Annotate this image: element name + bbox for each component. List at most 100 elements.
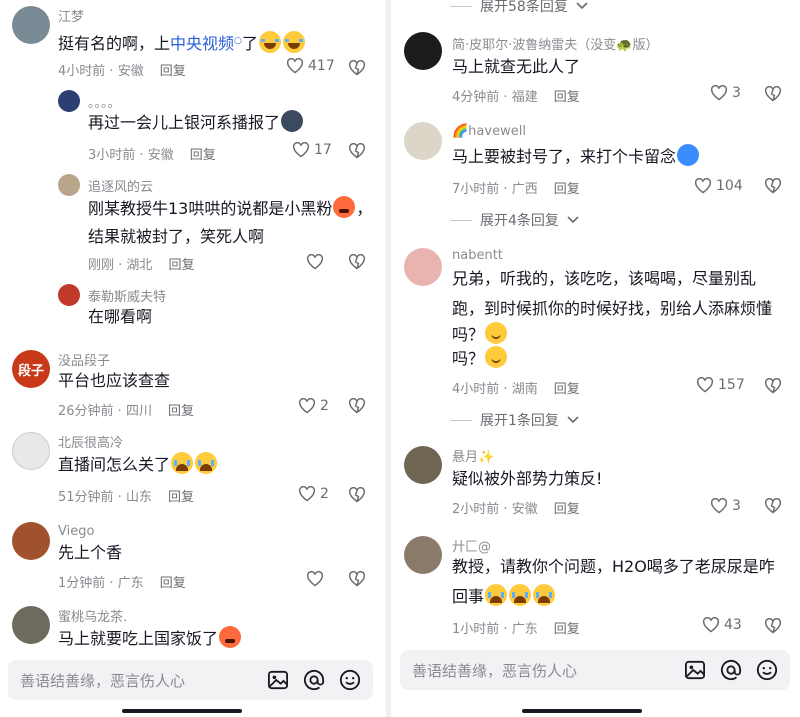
like-button[interactable]: 3 bbox=[710, 85, 741, 101]
comment-username[interactable]: 🌈havewell bbox=[452, 124, 526, 139]
dislike-heart-icon[interactable] bbox=[348, 398, 366, 414]
search-link[interactable]: 中央视频 bbox=[170, 34, 234, 53]
heart-icon[interactable] bbox=[306, 254, 324, 270]
emoji-icon[interactable] bbox=[756, 659, 778, 681]
reply-button[interactable]: 回复 bbox=[168, 258, 194, 273]
reply-button[interactable]: 回复 bbox=[160, 576, 186, 591]
avatar[interactable] bbox=[404, 446, 442, 484]
heart-icon bbox=[292, 142, 310, 158]
comment-text: 疑似被外部势力策反! bbox=[452, 469, 603, 488]
laugh-cry-emoji-icon bbox=[258, 31, 281, 53]
reply-button[interactable]: 回复 bbox=[554, 382, 580, 397]
avatar[interactable] bbox=[12, 6, 50, 44]
comment-username[interactable]: 江梦 bbox=[58, 6, 84, 25]
dislike-heart-icon[interactable] bbox=[348, 60, 366, 76]
cat-sticker-icon bbox=[281, 110, 304, 132]
heart-icon[interactable] bbox=[306, 571, 324, 587]
like-button[interactable]: 417 bbox=[286, 58, 335, 74]
home-indicator bbox=[522, 709, 642, 713]
avatar[interactable] bbox=[12, 606, 50, 644]
avatar[interactable] bbox=[404, 122, 442, 160]
comment-username[interactable]: 追逐风的云 bbox=[88, 176, 153, 195]
like-button[interactable]: 104 bbox=[694, 178, 743, 194]
like-button[interactable]: 17 bbox=[292, 142, 332, 158]
comment-time: 2小时前 bbox=[452, 502, 500, 517]
reply-button[interactable]: 回复 bbox=[168, 490, 194, 505]
comment-text-part: 回事 bbox=[452, 587, 485, 606]
expand-label: 展开4条回复 bbox=[480, 213, 559, 229]
comment-text-part: 再过一会儿上银河系播报了 bbox=[88, 113, 281, 132]
reply-button[interactable]: 回复 bbox=[168, 404, 194, 419]
reply-button[interactable]: 回复 bbox=[554, 90, 580, 105]
comment-username[interactable]: 简·皮耶尔·波鲁纳雷夫（没变🐢版） bbox=[452, 34, 658, 53]
comment-username[interactable]: Viego bbox=[58, 524, 94, 539]
comment-text: 马上就要吃上国家饭了 bbox=[58, 624, 242, 654]
avatar[interactable] bbox=[404, 248, 442, 286]
dislike-heart-icon[interactable] bbox=[764, 378, 782, 394]
reply-button[interactable]: 回复 bbox=[554, 622, 580, 637]
comment-username[interactable]: nabentt bbox=[452, 248, 503, 263]
expand-label: 展开58条回复 bbox=[480, 0, 568, 15]
avatar[interactable] bbox=[58, 284, 80, 306]
comment-input[interactable]: 善语结善缘，恶言伤人心 bbox=[412, 660, 670, 681]
comment-time: 26分钟前 bbox=[58, 404, 114, 419]
dislike-heart-icon[interactable] bbox=[764, 86, 782, 102]
at-icon[interactable] bbox=[720, 659, 742, 681]
reply-button[interactable]: 回复 bbox=[554, 182, 580, 197]
comment-text: 直播间怎么关了 bbox=[58, 450, 218, 480]
expand-replies-button[interactable]: 展开1条回复 bbox=[450, 410, 579, 430]
dislike-heart-icon[interactable] bbox=[764, 618, 782, 634]
comment-location: 广西 bbox=[511, 182, 538, 197]
dislike-heart-icon[interactable] bbox=[348, 254, 366, 270]
expand-replies-button[interactable]: 展开4条回复 bbox=[450, 210, 579, 230]
comment-username[interactable]: 北辰很高冷 bbox=[58, 432, 123, 451]
comment-location: 广东 bbox=[511, 622, 538, 637]
like-count: 2 bbox=[320, 398, 329, 414]
comment-username[interactable]: 悬月✨ bbox=[452, 446, 494, 465]
comment-text: 先上个香 bbox=[58, 543, 123, 562]
avatar[interactable] bbox=[404, 536, 442, 574]
comment-location: 福建 bbox=[511, 90, 538, 105]
image-icon[interactable] bbox=[684, 660, 706, 680]
like-count: 417 bbox=[308, 58, 335, 74]
avatar[interactable] bbox=[58, 90, 80, 112]
dislike-heart-icon[interactable] bbox=[348, 143, 366, 159]
comment-meta: 7小时前 · 广西 回复 bbox=[452, 182, 580, 197]
reply-button[interactable]: 回复 bbox=[554, 502, 580, 517]
comment-meta: 刚刚 · 湖北 回复 bbox=[88, 258, 195, 273]
comment-text: 结果就被封了，笑死人啊 bbox=[88, 227, 265, 246]
comment-time: 7小时前 bbox=[452, 182, 500, 197]
like-button[interactable]: 3 bbox=[710, 498, 741, 514]
comment-text: 再过一会儿上银河系播报了 bbox=[88, 108, 304, 138]
like-button[interactable]: 157 bbox=[696, 377, 745, 393]
at-icon[interactable] bbox=[303, 669, 325, 691]
dislike-heart-icon[interactable] bbox=[764, 498, 782, 514]
emoji-icon[interactable] bbox=[339, 669, 361, 691]
comment-input-bar[interactable]: 善语结善缘，恶言伤人心 bbox=[400, 650, 790, 690]
comment-text-part: 吗？ bbox=[452, 349, 485, 368]
avatar[interactable] bbox=[404, 32, 442, 70]
dislike-heart-icon[interactable] bbox=[348, 487, 366, 503]
dislike-heart-icon[interactable] bbox=[764, 178, 782, 194]
comment-input[interactable]: 善语结善缘，恶言伤人心 bbox=[20, 670, 253, 691]
image-icon[interactable] bbox=[267, 670, 289, 690]
smile-emoji-icon bbox=[485, 322, 508, 344]
avatar[interactable] bbox=[58, 174, 80, 196]
expand-line bbox=[450, 219, 472, 221]
comment-time: 4小时前 bbox=[452, 382, 500, 397]
reply-button[interactable]: 回复 bbox=[160, 64, 186, 79]
expand-replies-button[interactable]: 展开58条回复 bbox=[450, 0, 588, 16]
like-count: 2 bbox=[320, 486, 329, 502]
like-button[interactable]: 2 bbox=[298, 486, 329, 502]
like-button[interactable]: 43 bbox=[702, 617, 742, 633]
comment-username[interactable]: 蜜桃乌龙茶. bbox=[58, 606, 127, 625]
like-button[interactable]: 2 bbox=[298, 398, 329, 414]
comment-meta: 51分钟前 · 山东 回复 bbox=[58, 490, 194, 505]
comment-input-bar[interactable]: 善语结善缘，恶言伤人心 bbox=[8, 660, 373, 700]
reply-button[interactable]: 回复 bbox=[190, 148, 216, 163]
avatar[interactable] bbox=[12, 522, 50, 560]
comment-meta: 1分钟前 · 广东 回复 bbox=[58, 576, 186, 591]
avatar[interactable] bbox=[12, 432, 50, 470]
avatar[interactable]: 段子 bbox=[12, 350, 50, 388]
dislike-heart-icon[interactable] bbox=[348, 571, 366, 587]
